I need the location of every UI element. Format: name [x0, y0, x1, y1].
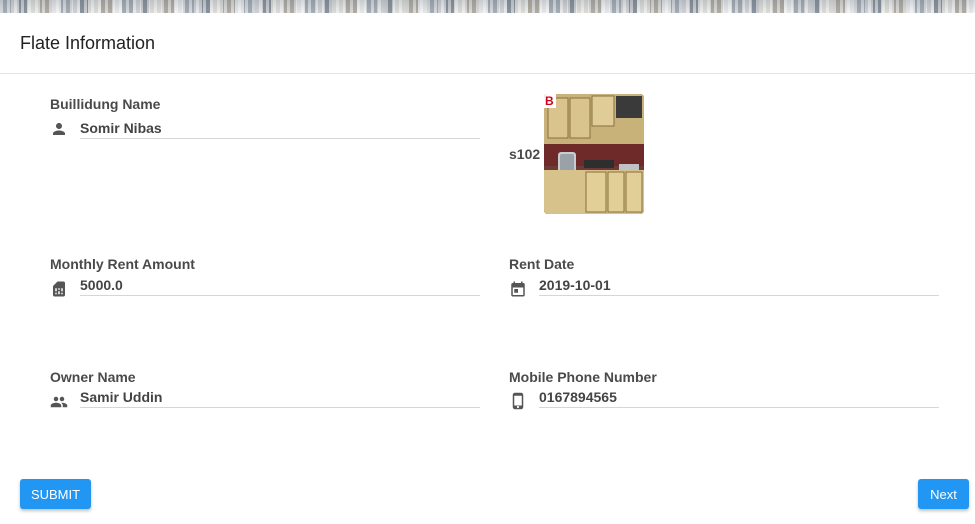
mobile-phone-field: Mobile Phone Number: [509, 369, 941, 415]
people-icon: [50, 396, 68, 408]
banner-shade: [0, 0, 975, 13]
submit-button[interactable]: SUBMIT: [20, 479, 91, 509]
mobile-phone-input[interactable]: [539, 386, 939, 408]
person-icon: [53, 123, 65, 135]
page-title: Flate Information: [20, 33, 156, 53]
next-button[interactable]: Next: [918, 479, 969, 509]
rent-date-label: Rent Date: [509, 256, 575, 272]
rent-date-field: Rent Date: [509, 256, 941, 302]
owner-name-label: Owner Name: [50, 369, 136, 385]
monthly-rent-label: Monthly Rent Amount: [50, 256, 195, 272]
sim-card-icon: [53, 281, 65, 297]
smartphone-icon: [512, 392, 524, 410]
owner-name-input[interactable]: [80, 386, 480, 408]
photo-badge: B: [545, 94, 554, 108]
monthly-rent-field: Monthly Rent Amount: [50, 256, 482, 302]
building-name-input[interactable]: [80, 117, 480, 139]
page-header: Flate Information: [0, 13, 975, 74]
monthly-rent-input[interactable]: [80, 274, 480, 296]
rent-date-input[interactable]: [539, 274, 939, 296]
owner-name-field: Owner Name: [50, 369, 482, 415]
kitchen-photo-image: [544, 94, 644, 214]
building-name-field: Buillidung Name: [50, 96, 482, 142]
building-name-label: Buillidung Name: [50, 96, 161, 112]
flat-number-label: s102: [509, 146, 541, 162]
mobile-phone-label: Mobile Phone Number: [509, 369, 657, 385]
flat-photo[interactable]: B: [544, 94, 644, 214]
calendar-icon: [511, 281, 525, 297]
